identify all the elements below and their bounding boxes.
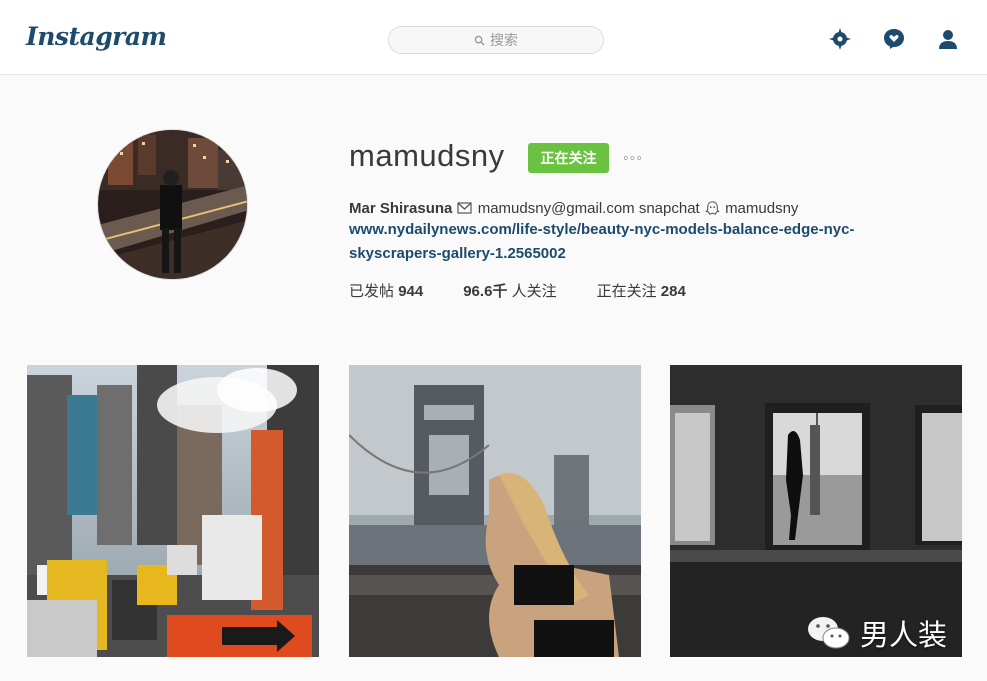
- following-button[interactable]: 正在关注: [528, 143, 609, 173]
- post-thumbnail[interactable]: [27, 365, 319, 657]
- profile-icon[interactable]: [936, 27, 960, 51]
- profile-avatar[interactable]: [97, 129, 248, 280]
- activity-heart-icon[interactable]: [882, 27, 906, 51]
- search-input[interactable]: 搜索: [388, 26, 604, 54]
- explore-icon[interactable]: [828, 27, 852, 51]
- mail-icon: [456, 202, 472, 214]
- profile-username: mamudsny: [349, 138, 505, 173]
- ghost-icon: [705, 201, 720, 215]
- wechat-icon: [808, 617, 850, 649]
- bio-snapchat-label: snapchat: [638, 200, 700, 217]
- bio-email: mamudsny@gmail.com: [477, 200, 635, 217]
- post-thumbnail[interactable]: [349, 365, 641, 657]
- following-count[interactable]: 正在关注 284: [597, 280, 686, 301]
- watermark-text: 男人装: [860, 620, 948, 652]
- profile-website-link[interactable]: www.nydailynews.com/life-style/beauty-ny…: [349, 218, 909, 266]
- profile-stats: 已发帖 944 96.6千 人关注 正在关注 284: [349, 280, 726, 301]
- profile-full-name: Mar Shirasuna: [349, 200, 453, 217]
- posts-count: 已发帖 944: [349, 283, 424, 300]
- top-navbar: Instagram 搜索: [0, 0, 987, 75]
- wechat-watermark: 男人装: [806, 612, 947, 654]
- bio-snapchat-handle: mamudsny: [725, 200, 799, 217]
- search-icon: [474, 35, 485, 46]
- more-options-icon[interactable]: ◦◦◦: [623, 150, 643, 168]
- followers-count[interactable]: 96.6千 人关注: [463, 280, 556, 301]
- search-placeholder: 搜索: [490, 32, 518, 48]
- instagram-logo[interactable]: Instagram: [26, 22, 167, 51]
